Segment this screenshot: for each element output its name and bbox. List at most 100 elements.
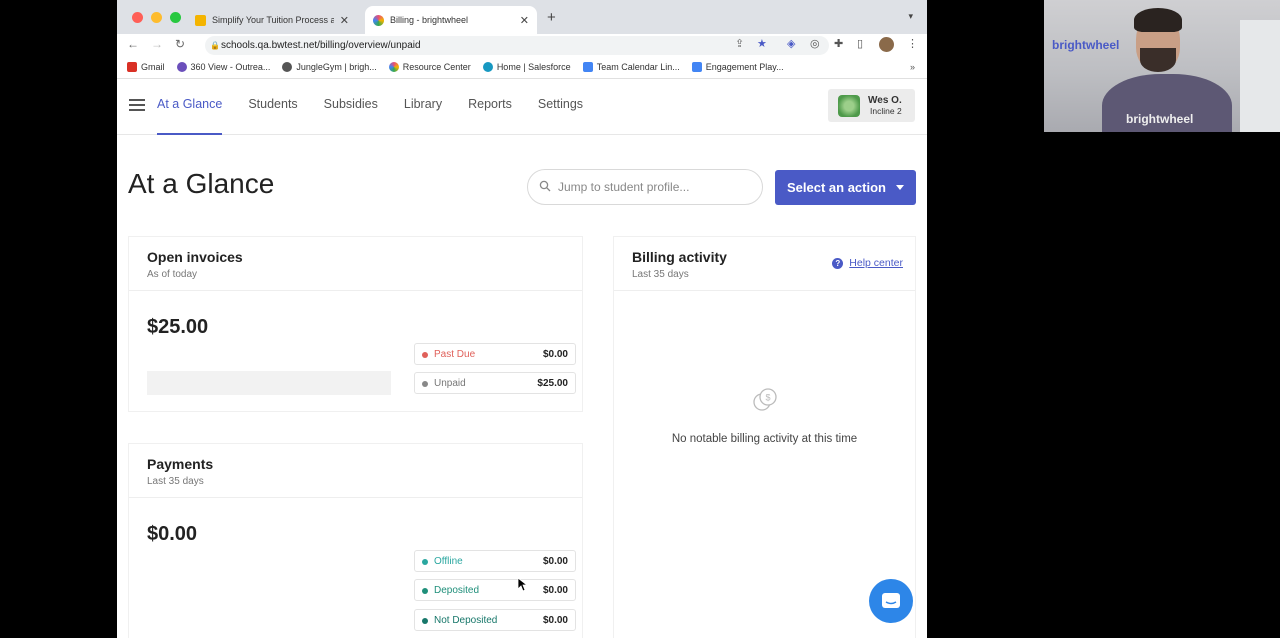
unpaid-row[interactable]: Unpaid $25.00 <box>414 372 576 394</box>
mouse-pointer-icon <box>517 577 527 592</box>
extension-shield-icon[interactable]: ◈ <box>787 37 795 50</box>
invoice-progress-bar <box>147 371 391 395</box>
360-view-icon <box>176 62 187 72</box>
browser-menu-icon[interactable]: ⋮ <box>907 37 918 50</box>
deposited-row[interactable]: Deposited $0.00 <box>414 579 576 601</box>
new-tab-icon[interactable]: + <box>547 9 556 26</box>
browser-window: Simplify Your Tuition Process a ✕ Billin… <box>117 0 927 638</box>
globe-icon <box>282 62 293 72</box>
app-header: At a Glance Students Subsidies Library R… <box>117 79 927 135</box>
url-text: schools.qa.bwtest.net/billing/overview/u… <box>221 40 421 51</box>
bookmark-salesforce[interactable]: Home | Salesforce <box>482 62 571 72</box>
user-school-switcher[interactable]: Wes O. Incline 2 <box>828 89 915 122</box>
card-subtitle: Last 35 days <box>147 476 204 487</box>
status-dot-icon <box>422 618 428 624</box>
puzzle-icon[interactable]: ✚ <box>834 37 843 50</box>
lock-icon: 🔒 <box>210 41 220 50</box>
brightwheel-favicon-icon <box>373 14 384 26</box>
tab-title: Simplify Your Tuition Process a <box>212 15 334 25</box>
maximize-window-button[interactable] <box>170 12 181 23</box>
close-window-button[interactable] <box>132 12 143 23</box>
presenter-beard <box>1140 48 1176 72</box>
select-action-button[interactable]: Select an action <box>775 170 916 205</box>
school-name: Incline 2 <box>870 105 902 116</box>
tab-title: Billing - brightwheel <box>390 15 469 25</box>
status-dot-icon <box>422 352 428 358</box>
status-dot-icon <box>422 381 428 387</box>
tab-strip: Simplify Your Tuition Process a ✕ Billin… <box>117 0 927 34</box>
sidebar-icon[interactable]: ▯ <box>857 37 863 50</box>
empty-state-text: No notable billing activity at this time <box>671 433 858 445</box>
slides-favicon-icon <box>195 14 206 26</box>
bookmark-team-calendar[interactable]: Team Calendar Lin... <box>582 62 680 72</box>
nav-subsidies[interactable]: Subsidies <box>324 97 378 135</box>
profile-avatar-icon[interactable] <box>879 37 894 52</box>
address-bar-row: ← → ↻ 🔒 schools.qa.bwtest.net/billing/ov… <box>117 34 927 56</box>
bookmark-label: 360 View - Outrea... <box>190 62 271 72</box>
card-title: Payments <box>147 456 214 472</box>
search-icon <box>539 180 551 192</box>
row-label: Past Due <box>434 348 476 360</box>
action-button-label: Select an action <box>787 180 886 195</box>
back-arrow-icon[interactable]: ← <box>127 37 139 51</box>
document-icon <box>582 62 593 72</box>
row-label: Offline <box>434 555 463 567</box>
extension-icon[interactable]: ◎ <box>810 37 820 50</box>
question-mark-icon: ? <box>832 257 844 269</box>
row-label: Not Deposited <box>434 614 498 626</box>
share-icon[interactable]: ⇪ <box>735 37 744 50</box>
salesforce-cloud-icon <box>482 62 493 72</box>
bookmark-junglegym[interactable]: JungleGym | brigh... <box>282 62 377 72</box>
nav-students[interactable]: Students <box>248 97 297 135</box>
open-invoices-amount: $25.00 <box>147 316 209 338</box>
svg-text:$: $ <box>765 393 770 403</box>
presenter-hair <box>1134 8 1182 32</box>
browser-tab-2[interactable]: Billing - brightwheel ✕ <box>365 6 537 34</box>
close-tab-icon[interactable]: ✕ <box>340 14 349 27</box>
close-tab-icon[interactable]: ✕ <box>520 14 529 27</box>
chat-icon <box>882 593 900 608</box>
bookmark-resource-center[interactable]: Resource Center <box>388 62 471 72</box>
reload-icon[interactable]: ↻ <box>175 37 185 51</box>
row-value: $25.00 <box>537 377 568 389</box>
status-dot-icon <box>422 588 428 594</box>
card-title: Open invoices <box>147 249 243 265</box>
offline-row[interactable]: Offline $0.00 <box>414 550 576 572</box>
bookmarks-overflow-icon[interactable]: » <box>910 62 915 72</box>
bookmark-engagement-play[interactable]: Engagement Play... <box>691 62 784 72</box>
bookmark-star-icon[interactable]: ★ <box>757 37 767 50</box>
search-placeholder: Jump to student profile... <box>558 180 690 194</box>
help-center-link[interactable]: ? Help center <box>832 257 903 269</box>
row-value: $0.00 <box>542 555 568 567</box>
bookmark-label: Resource Center <box>402 62 471 72</box>
card-subtitle: Last 35 days <box>632 269 689 280</box>
main-nav: At a Glance Students Subsidies Library R… <box>157 97 609 135</box>
payments-amount: $0.00 <box>147 523 198 545</box>
shirt-logo: brightwheel <box>1126 112 1194 126</box>
caret-down-icon <box>895 185 904 190</box>
student-search-input[interactable]: Jump to student profile... <box>527 169 763 205</box>
bookmark-label: Team Calendar Lin... <box>596 62 680 72</box>
forward-arrow-icon[interactable]: → <box>151 37 163 51</box>
page-title: At a Glance <box>128 168 275 199</box>
bookmark-label: Gmail <box>141 62 165 72</box>
chat-support-button[interactable] <box>869 579 913 623</box>
past-due-row[interactable]: Past Due $0.00 <box>414 343 576 365</box>
bookmarks-bar: Gmail 360 View - Outrea... JungleGym | b… <box>117 56 927 79</box>
bookmark-360-view[interactable]: 360 View - Outrea... <box>176 62 271 72</box>
hamburger-menu-icon[interactable] <box>129 99 145 111</box>
tab-search-chevron-icon[interactable]: ▾ <box>908 11 913 22</box>
card-subtitle: As of today <box>147 269 198 280</box>
bookmark-label: Engagement Play... <box>705 62 784 72</box>
not-deposited-row[interactable]: Not Deposited $0.00 <box>414 609 576 631</box>
nav-library[interactable]: Library <box>404 97 442 135</box>
presenter-webcam: brightwheel brightwheel <box>1044 0 1280 132</box>
bookmark-gmail[interactable]: Gmail <box>127 62 165 72</box>
nav-settings[interactable]: Settings <box>538 97 583 135</box>
nav-at-a-glance[interactable]: At a Glance <box>157 97 223 135</box>
nav-reports[interactable]: Reports <box>468 97 512 135</box>
browser-tab-1[interactable]: Simplify Your Tuition Process a ✕ <box>187 6 357 34</box>
minimize-window-button[interactable] <box>151 12 162 23</box>
payments-card: Payments Last 35 days $0.00 Offline $0.0… <box>128 443 583 638</box>
user-info: Wes O. Incline 2 <box>868 95 902 117</box>
